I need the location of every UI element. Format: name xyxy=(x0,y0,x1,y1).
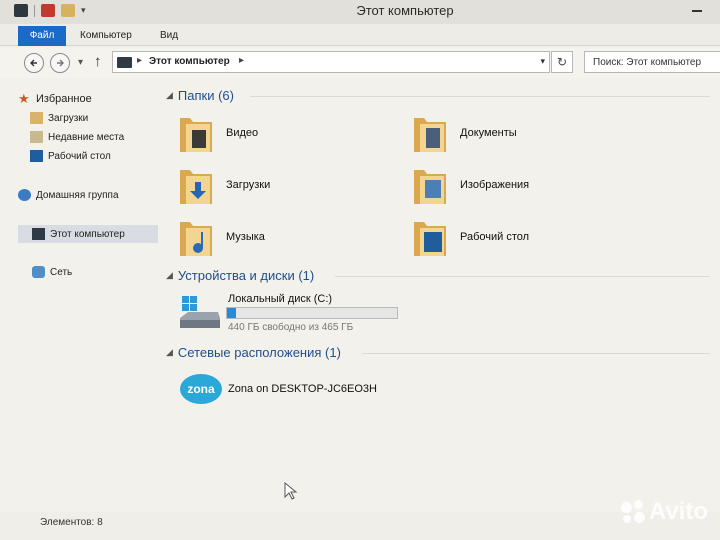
folder-label: Рабочий стол xyxy=(460,231,530,243)
sidebar-item-label: Сеть xyxy=(50,266,73,278)
folder-downloads[interactable]: Загрузки xyxy=(178,164,398,212)
forward-button[interactable] xyxy=(50,53,70,73)
up-button[interactable]: ↑ xyxy=(94,53,102,70)
folder-label: Видео xyxy=(226,127,259,139)
breadcrumb-chevron-icon[interactable]: ▸ xyxy=(137,55,142,66)
breadcrumb-chevron-icon[interactable]: ▸ xyxy=(239,55,244,66)
sidebar-item-desktop[interactable]: Рабочий стол xyxy=(30,147,170,165)
chevron-down-icon: ◢ xyxy=(166,347,173,357)
drive-usage-bar xyxy=(226,307,398,319)
homegroup-icon xyxy=(18,189,31,201)
group-title: Устройства и диски (1) xyxy=(177,268,315,283)
star-icon: ★ xyxy=(18,91,30,106)
search-input[interactable]: Поиск: Этот компьютер xyxy=(584,51,720,73)
sidebar-item-recent-places[interactable]: Недавние места xyxy=(30,128,170,146)
folder-music[interactable]: Музыка xyxy=(178,216,398,264)
tab-view[interactable]: Вид xyxy=(160,26,178,46)
minimize-button[interactable] xyxy=(692,10,702,12)
computer-icon xyxy=(117,57,132,68)
desktop-folder-icon xyxy=(414,222,446,256)
desktop-icon xyxy=(30,150,43,162)
arrow-left-icon xyxy=(30,59,37,67)
sidebar-item-label: Этот компьютер xyxy=(50,228,125,240)
folder-label: Изображения xyxy=(460,179,530,191)
sidebar-item-label: Загрузки xyxy=(48,112,89,124)
sidebar-item-this-pc[interactable]: Этот компьютер xyxy=(18,225,158,243)
breadcrumb-this-pc[interactable]: Этот компьютер xyxy=(149,56,230,67)
folder-documents[interactable]: Документы xyxy=(412,112,632,160)
tab-computer[interactable]: Компьютер xyxy=(80,26,132,46)
sidebar-item-network[interactable]: Сеть xyxy=(18,263,158,281)
pictures-folder-icon xyxy=(414,170,446,204)
folder-pictures[interactable]: Изображения xyxy=(412,164,632,212)
downloads-folder-icon xyxy=(30,112,43,124)
drive-free-space: 440 ГБ свободно из 465 ГБ xyxy=(228,322,354,333)
sidebar-item-homegroup[interactable]: Домашняя группа xyxy=(18,186,158,204)
folder-label: Музыка xyxy=(226,231,265,243)
drive-usage-fill xyxy=(227,308,237,318)
downloads-folder-icon xyxy=(180,170,212,204)
back-button[interactable] xyxy=(24,53,44,73)
recent-locations-dropdown[interactable]: ▾ xyxy=(78,57,83,68)
item-count: Элементов: 8 xyxy=(40,517,103,528)
folder-label: Загрузки xyxy=(226,179,271,191)
drive-label: Локальный диск (C:) xyxy=(228,293,333,305)
sidebar-item-label: Рабочий стол xyxy=(48,150,111,162)
group-divider xyxy=(362,353,710,354)
group-header-network[interactable]: ◢ Сетевые расположения (1) xyxy=(166,345,341,360)
computer-icon xyxy=(32,228,45,240)
sidebar-item-favorites[interactable]: ★ Избранное xyxy=(18,90,158,108)
address-bar[interactable]: ▸ Этот компьютер ▸ ▾ xyxy=(112,51,550,73)
group-divider xyxy=(250,96,710,97)
sidebar-item-label: Недавние места xyxy=(48,131,125,143)
chevron-down-icon: ◢ xyxy=(166,270,173,280)
recent-places-icon xyxy=(30,131,43,143)
group-title: Папки (6) xyxy=(177,88,234,103)
avito-watermark: Avito xyxy=(620,498,708,526)
sidebar-item-downloads[interactable]: Загрузки xyxy=(30,109,170,127)
sidebar-item-label: Домашняя группа xyxy=(36,189,119,201)
folder-videos[interactable]: Видео xyxy=(178,112,398,160)
arrow-right-icon xyxy=(57,59,64,67)
hard-drive-icon xyxy=(180,296,220,328)
group-divider xyxy=(335,276,710,277)
navigation-bar: ▾ ↑ ▸ Этот компьютер ▸ ▾ ↻ Поиск: Этот к… xyxy=(0,48,720,78)
chevron-down-icon: ◢ xyxy=(166,90,173,100)
navigation-pane: ★ Избранное Загрузки Недавние места Рабо… xyxy=(0,82,160,512)
window-title: Этот компьютер xyxy=(356,3,454,18)
explorer-window: ▾ Этот компьютер Файл Компьютер Вид ▾ ↑ … xyxy=(0,0,720,540)
ribbon-tabs: Файл Компьютер Вид xyxy=(0,24,720,46)
folder-desktop[interactable]: Рабочий стол xyxy=(412,216,632,264)
network-location-zona[interactable]: zona Zona on DESKTOP-JC6EO3H xyxy=(180,372,440,410)
mouse-cursor-icon xyxy=(284,482,298,500)
sidebar-item-label: Избранное xyxy=(36,93,92,105)
group-header-devices[interactable]: ◢ Устройства и диски (1) xyxy=(166,268,314,283)
folder-label: Документы xyxy=(460,127,517,139)
status-bar: Элементов: 8 xyxy=(0,512,720,540)
music-folder-icon xyxy=(180,222,212,256)
group-header-folders[interactable]: ◢ Папки (6) xyxy=(166,88,234,103)
network-location-label: Zona on DESKTOP-JC6EO3H xyxy=(228,383,377,395)
group-title: Сетевые расположения (1) xyxy=(177,345,341,360)
videos-folder-icon xyxy=(180,118,212,152)
zona-icon: zona xyxy=(180,374,222,404)
watermark-text: Avito xyxy=(648,498,708,525)
network-icon xyxy=(32,266,45,278)
tab-file[interactable]: Файл xyxy=(18,26,66,46)
title-bar: ▾ Этот компьютер xyxy=(0,0,720,24)
chevron-down-icon[interactable]: ▾ xyxy=(540,56,545,67)
avito-logo-icon xyxy=(620,500,645,524)
refresh-button[interactable]: ↻ xyxy=(551,51,573,73)
documents-folder-icon xyxy=(414,118,446,152)
drive-local-c[interactable]: Локальный диск (C:) 440 ГБ свободно из 4… xyxy=(178,292,418,338)
